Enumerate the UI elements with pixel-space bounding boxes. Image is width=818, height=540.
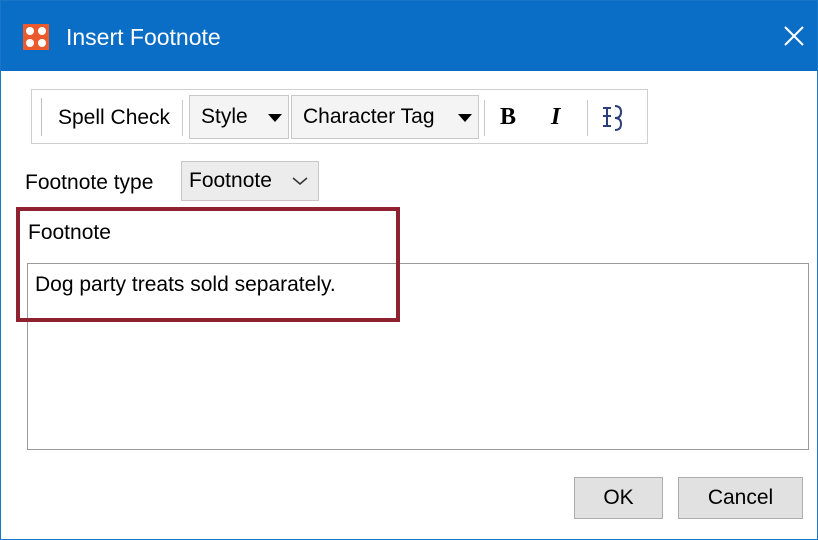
insert-footnote-dialog: Insert Footnote Spell Check Style Charac… xyxy=(0,0,818,540)
app-logo-icon xyxy=(23,24,49,50)
dropdown-arrow-icon xyxy=(458,114,472,122)
ok-button[interactable]: OK xyxy=(574,477,663,519)
close-icon xyxy=(784,26,804,46)
chevron-down-icon xyxy=(292,177,308,185)
style-dropdown-label: Style xyxy=(201,105,248,128)
style-dropdown[interactable]: Style xyxy=(189,95,289,139)
toolbar-grip[interactable] xyxy=(41,98,44,136)
dialog-title: Insert Footnote xyxy=(66,24,221,50)
close-button[interactable] xyxy=(771,15,817,59)
dropdown-arrow-icon xyxy=(268,114,282,122)
footnote-type-value: Footnote xyxy=(189,169,272,192)
toolbar-separator xyxy=(484,100,485,136)
character-tag-dropdown-label: Character Tag xyxy=(303,105,435,128)
character-tag-dropdown[interactable]: Character Tag xyxy=(291,95,479,139)
cancel-button[interactable]: Cancel xyxy=(678,477,803,519)
italic-button[interactable]: I xyxy=(551,104,560,131)
spell-check-button[interactable]: Spell Check xyxy=(58,100,170,136)
footnote-type-label: Footnote type xyxy=(25,171,154,194)
special-character-button[interactable] xyxy=(599,102,627,137)
formatting-toolbar: Spell Check Style Character Tag B I xyxy=(31,89,648,144)
footnote-text: Dog party treats sold separately. xyxy=(35,273,336,296)
footnote-text-area[interactable]: Dog party treats sold separately. xyxy=(27,263,809,450)
bold-button[interactable]: B xyxy=(500,104,516,131)
footnote-type-select[interactable]: Footnote xyxy=(181,161,319,201)
toolbar-separator xyxy=(587,100,588,136)
special-character-icon xyxy=(603,105,623,131)
title-bar[interactable]: Insert Footnote xyxy=(1,1,817,71)
footnote-label: Footnote xyxy=(28,221,111,244)
toolbar-separator xyxy=(182,100,183,136)
